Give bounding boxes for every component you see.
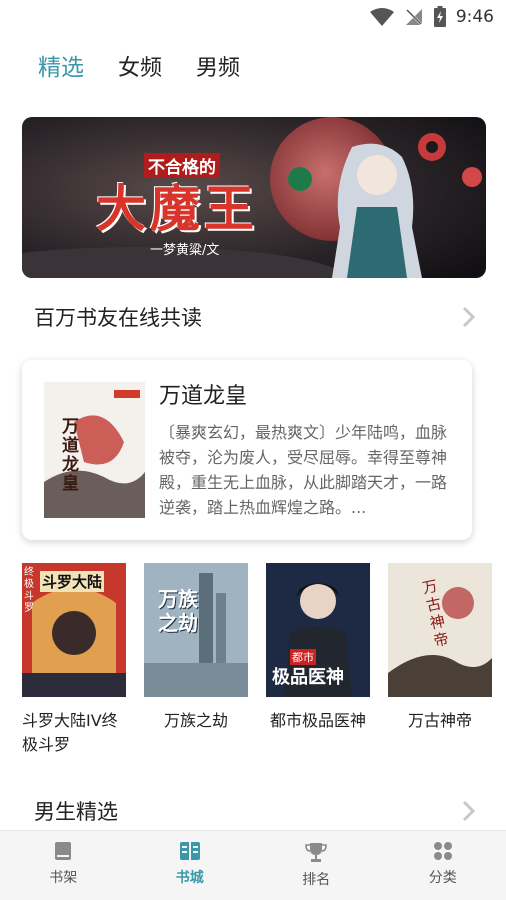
featured-book-title: 万道龙皇 [159,384,248,409]
book-title: 万族之劫 [163,711,228,730]
nav-ranking[interactable]: 排名 [253,831,380,900]
book-list: 斗罗大陆 终极斗罗 斗罗大陆IV终极斗罗 万族之劫 万族之劫 都市 极品医神 都… [22,563,492,757]
chevron-right-icon [462,800,476,822]
banner-author: 一梦黄粱/文 [150,243,220,258]
nav-bookstore[interactable]: 书城 [127,831,254,900]
section-online-reading[interactable]: 百万书友在线共读 [34,302,478,332]
section-male-picks[interactable]: 男生精选 [34,796,478,826]
chevron-right-icon [462,306,476,328]
nav-label: 排名 [302,872,331,888]
cover-side-text: 终极斗罗 [24,567,34,614]
promo-banner[interactable]: 不合格的 大魔王 一梦黄粱/文 [22,117,486,278]
book-title: 万古神帝 [407,711,472,730]
book-cover: 万道龙皇 [44,382,145,518]
bookshelf-icon [55,842,72,860]
tab-female[interactable]: 女频 [118,50,162,82]
status-icons: 9:46 [369,6,494,27]
tab-featured[interactable]: 精选 [38,48,84,82]
nav-bookshelf[interactable]: 书架 [0,831,127,900]
tab-male[interactable]: 男频 [196,50,240,82]
book-title: 斗罗大陆IV终极斗罗 [22,711,118,754]
book-item[interactable]: 万族之劫 万族之劫 [144,563,248,757]
banner-title-big: 大魔王 [96,179,258,238]
nav-label: 书架 [49,870,78,886]
no-signal-icon [404,7,423,26]
cover-text: 万道龙皇 [62,417,79,494]
nav-category[interactable]: 分类 [380,831,506,900]
section-title: 男生精选 [34,800,118,824]
cover-text: 极品医神 [272,667,344,688]
bookstore-icon [179,842,200,860]
section-title: 百万书友在线共读 [34,306,202,330]
battery-charging-icon [433,6,446,27]
book-cover: 斗罗大陆 终极斗罗 [22,563,126,697]
book-title: 都市极品医神 [269,711,366,730]
featured-book-card[interactable]: 万道龙皇 万道龙皇 〔暴爽玄幻，最热爽文〕少年陆鸣，血脉被夺，沦为废人，受尽屈辱… [22,360,472,540]
cover-text: 斗罗大陆 [40,571,105,592]
featured-book-description: 〔暴爽玄幻，最热爽文〕少年陆鸣，血脉被夺，沦为废人，受尽屈辱。幸得至尊神殿，重生… [159,423,448,517]
book-item[interactable]: 万古神帝 万古神帝 [388,563,492,757]
book-item[interactable]: 都市 极品医神 都市极品医神 [266,563,370,757]
status-bar: 9:46 [0,0,506,34]
nav-label: 书城 [175,870,204,886]
trophy-icon [305,843,328,862]
status-time: 9:46 [455,6,494,27]
cover-text: 万族之劫 [158,587,198,635]
category-icon [433,842,452,860]
wifi-icon [369,7,394,26]
book-item[interactable]: 斗罗大陆 终极斗罗 斗罗大陆IV终极斗罗 [22,563,126,757]
book-cover: 万族之劫 [144,563,248,697]
book-cover: 都市 极品医神 [266,563,370,697]
book-cover: 万古神帝 [388,563,492,697]
bottom-navigation: 书架 书城 排名 分类 [0,830,506,900]
nav-label: 分类 [428,870,457,886]
category-tabs: 精选 女频 男频 [38,48,240,82]
